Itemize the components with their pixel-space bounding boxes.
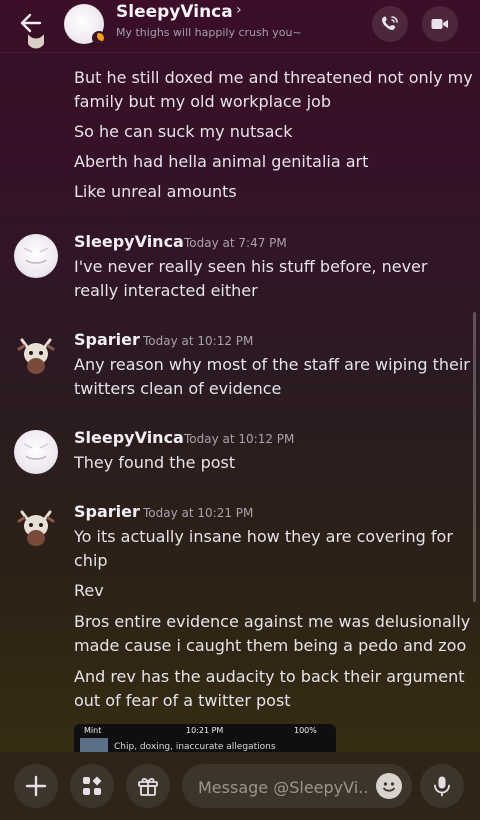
message-text: Rev (74, 581, 104, 600)
post-text: Chip, doxing, inaccurate allegations (114, 742, 276, 752)
message-input-container (182, 764, 412, 808)
avatar[interactable] (14, 332, 58, 376)
message-text: So he can suck my nutsack (74, 122, 293, 141)
avatar[interactable] (14, 504, 58, 548)
channel-title[interactable]: SleepyVinca (116, 2, 233, 22)
message-timestamp: Today at 10:12 PM (143, 334, 254, 348)
image-attachment[interactable]: Mint 10:21 PM 100% Chip, doxing, inaccur… (74, 724, 336, 754)
add-button[interactable] (14, 764, 58, 808)
scrollbar[interactable] (473, 312, 476, 602)
message-input[interactable] (196, 774, 370, 800)
video-call-button[interactable] (422, 6, 458, 42)
message-timestamp: Today at 10:21 PM (143, 506, 254, 520)
avatar[interactable] (64, 4, 106, 45)
gift-button[interactable] (126, 764, 170, 808)
avatar[interactable] (14, 234, 58, 278)
idle-status-icon (92, 31, 106, 45)
apps-button[interactable] (70, 764, 114, 808)
carrier-label: Mint (84, 726, 102, 735)
message-timestamp: Today at 7:47 PM (184, 236, 287, 250)
message-text: Bros entire evidence against me was delu… (74, 612, 471, 655)
message-text: Yo its actually insane how they are cove… (74, 527, 453, 570)
chat-header: SleepyVinca › My thighs will happily cru… (0, 0, 480, 53)
time-label: 10:21 PM (186, 726, 224, 735)
plus-icon (25, 775, 47, 797)
message-text: They found the post (74, 453, 236, 472)
phone-icon (382, 16, 398, 30)
chevron-right-icon[interactable]: › (236, 2, 242, 18)
message-author[interactable]: Sparier (74, 502, 140, 521)
voice-message-button[interactable] (420, 764, 464, 808)
video-camera-icon (431, 19, 448, 29)
apps-icon (83, 776, 102, 795)
custom-status: My thighs will happily crush you~ (116, 26, 302, 39)
message-author[interactable]: Sparier (74, 330, 140, 349)
message-text: Like unreal amounts (74, 182, 237, 201)
call-button[interactable] (372, 6, 408, 42)
message-text: And rev has the audacity to back their a… (74, 667, 465, 710)
message-author[interactable]: SleepyVinca (74, 428, 184, 447)
message-text: I've never really seen his stuff before,… (74, 257, 428, 300)
message-author[interactable]: SleepyVinca (74, 232, 184, 251)
message-timestamp: Today at 10:12 PM (184, 432, 295, 446)
microphone-icon (434, 776, 450, 797)
battery-label: 100% (294, 726, 317, 735)
avatar (14, 34, 58, 58)
message-text: Aberth had hella animal genitalia art (74, 152, 369, 171)
gift-icon (138, 778, 158, 796)
avatar[interactable] (14, 430, 58, 474)
emoji-icon[interactable] (376, 773, 402, 799)
message-text: But he still doxed me and threatened not… (74, 68, 473, 111)
message-text: Any reason why most of the staff are wip… (74, 355, 470, 398)
